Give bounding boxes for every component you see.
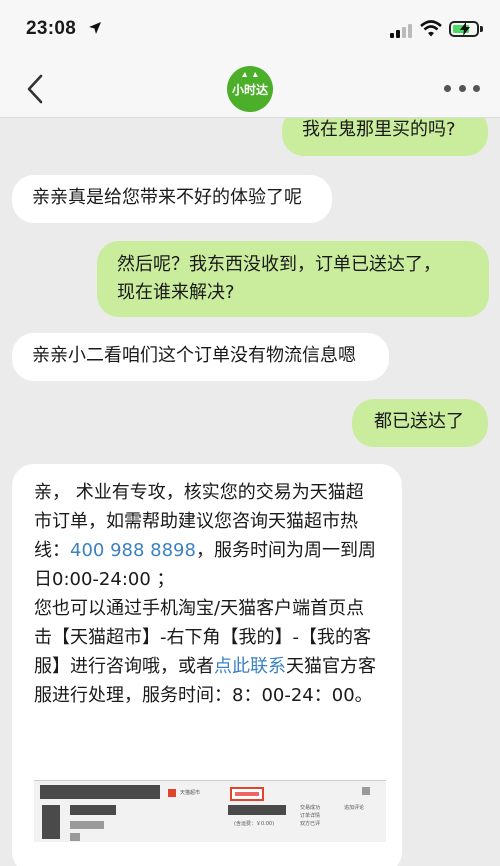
screenshot-status-line: 双方已评 [300,821,321,827]
message-incoming: 亲亲真是给您带来不好的体验了呢 [12,175,332,223]
chat-header: 小时达 [0,60,500,118]
message-line: 现在谁来解决? [117,282,235,303]
screenshot-status-line: 订单详情 [300,813,321,819]
logo-text: 小时达 [231,82,268,97]
more-dots-icon[interactable] [444,85,480,95]
cellular-signal-icon [390,22,416,38]
screenshot-action-label: 追加评论 [344,805,365,811]
message-outgoing: 都已送达了 [352,399,488,447]
battery-charging-icon [449,21,483,37]
message-text: 亲亲小二看咱们这个订单没有物流信息嗯 [32,345,356,366]
screenshot-tab-label: 天猫超市 [180,790,201,796]
message-text: 亲亲真是给您带来不好的体验了呢 [32,187,302,208]
message-outgoing: 我在鬼那里买的吗? [282,118,488,156]
chevron-left-icon[interactable] [26,74,44,104]
message-incoming-rich: 亲， 术业有专攻，核实您的交易为天猫超市订单，如需帮助建议您咨询天猫超市热线：4… [12,464,402,866]
location-arrow-icon [89,22,101,34]
store-logo[interactable]: 小时达 [227,66,273,112]
status-time: 23:08 [26,18,77,39]
message-paragraph: 您也可以通过手机淘宝/天猫客户端首页点击【天猫超市】-右下角【我的】-【我的客服… [34,594,380,710]
contact-link[interactable]: 点此联系 [214,656,286,677]
cat-ears-icon [242,72,258,77]
message-incoming: 亲亲小二看咱们这个订单没有物流信息嗯 [12,333,389,381]
message-line: 然后呢？我东西没收到，订单已送达了， [117,254,441,275]
phone-link[interactable]: 400 988 8898 [70,540,196,561]
embedded-screenshot[interactable]: 天猫超市 (含运费：￥0.00) 交易成功 订单详情 双方已评 追加评论 [34,780,386,842]
message-list[interactable]: 我在鬼那里买的吗? 亲亲真是给您带来不好的体验了呢 然后呢？我东西没收到，订单已… [0,118,500,866]
message-paragraph: 亲， 术业有专攻，核实您的交易为天猫超市订单，如需帮助建议您咨询天猫超市热线：4… [34,478,380,594]
screenshot-price-label: (含运费：￥0.00) [234,821,275,827]
status-bar: 23:08 [0,0,500,60]
wifi-icon [420,20,442,37]
highlight-box [230,787,264,801]
message-text: 都已送达了 [374,411,464,432]
screenshot-status-line: 交易成功 [300,805,321,811]
message-outgoing: 然后呢？我东西没收到，订单已送达了， 现在谁来解决? [97,241,489,317]
message-text: 我在鬼那里买的吗? [302,119,456,140]
